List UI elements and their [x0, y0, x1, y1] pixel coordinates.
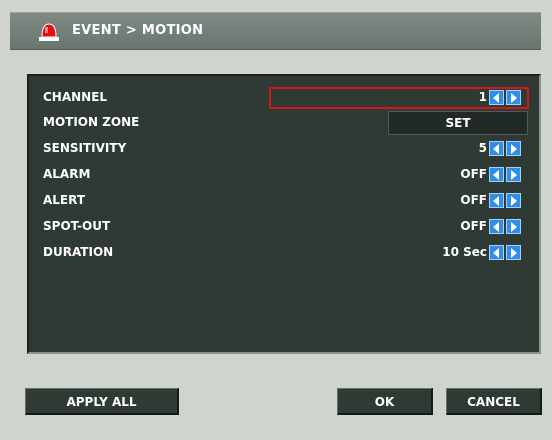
duration-label: DURATION: [43, 245, 114, 259]
alert-decrease-arrow-icon[interactable]: [489, 193, 504, 208]
alert-label: ALERT: [43, 193, 86, 207]
channel-decrease-arrow-icon[interactable]: [489, 90, 504, 105]
spot-out-arrows: [489, 219, 523, 234]
motion-zone-set-button[interactable]: SET: [388, 111, 528, 135]
settings-panel: CHANNEL 1 MOTION ZONE SET SENSITIVITY 5 …: [27, 74, 541, 354]
sensitivity-value: 5: [478, 141, 487, 155]
alarm-increase-arrow-icon[interactable]: [506, 167, 521, 182]
spot-out-decrease-arrow-icon[interactable]: [489, 219, 504, 234]
row-duration: DURATION 10 Sec: [29, 241, 539, 265]
sensitivity-decrease-arrow-icon[interactable]: [489, 141, 504, 156]
channel-increase-arrow-icon[interactable]: [506, 90, 521, 105]
alarm-decrease-arrow-icon[interactable]: [489, 167, 504, 182]
row-sensitivity: SENSITIVITY 5: [29, 137, 539, 161]
page-title: EVENT > MOTION: [72, 23, 204, 38]
motion-settings-window: EVENT > MOTION CHANNEL 1 MOTION ZONE SET…: [0, 0, 552, 440]
spot-out-value: OFF: [460, 219, 487, 233]
apply-all-button[interactable]: APPLY ALL: [25, 388, 179, 415]
sensitivity-increase-arrow-icon[interactable]: [506, 141, 521, 156]
ok-button[interactable]: OK: [337, 388, 433, 415]
duration-decrease-arrow-icon[interactable]: [489, 245, 504, 260]
alarm-arrows: [489, 167, 523, 182]
channel-label: CHANNEL: [43, 90, 108, 104]
channel-value: 1: [478, 90, 487, 104]
row-motion-zone: MOTION ZONE SET: [29, 111, 539, 135]
row-spot-out: SPOT-OUT OFF: [29, 215, 539, 239]
sensitivity-label: SENSITIVITY: [43, 141, 127, 155]
motion-zone-label: MOTION ZONE: [43, 115, 140, 129]
siren-icon: [39, 23, 59, 41]
alarm-label: ALARM: [43, 167, 91, 181]
title-bar: EVENT > MOTION: [10, 12, 541, 50]
cancel-button[interactable]: CANCEL: [446, 388, 542, 415]
spot-out-increase-arrow-icon[interactable]: [506, 219, 521, 234]
row-alarm: ALARM OFF: [29, 163, 539, 187]
duration-value: 10 Sec: [442, 245, 487, 259]
duration-arrows: [489, 245, 523, 260]
alert-arrows: [489, 193, 523, 208]
row-channel: CHANNEL 1: [29, 86, 539, 110]
sensitivity-arrows: [489, 141, 523, 156]
alarm-value: OFF: [460, 167, 487, 181]
channel-arrows: [489, 90, 523, 105]
row-alert: ALERT OFF: [29, 189, 539, 213]
alert-value: OFF: [460, 193, 487, 207]
duration-increase-arrow-icon[interactable]: [506, 245, 521, 260]
spot-out-label: SPOT-OUT: [43, 219, 111, 233]
alert-increase-arrow-icon[interactable]: [506, 193, 521, 208]
